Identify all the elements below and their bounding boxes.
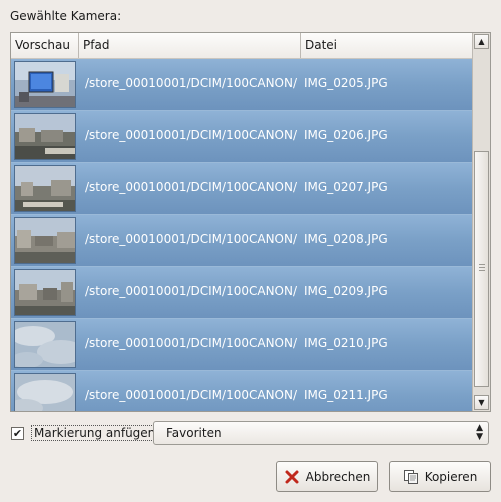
updown-arrows-icon: ▲ ▼ bbox=[476, 423, 483, 442]
thumbnail-image bbox=[14, 165, 76, 212]
row-file: IMG_0210.JPG bbox=[304, 336, 388, 350]
camera-label: Gewählte Kamera: bbox=[10, 9, 122, 23]
arrow-up-icon: ▲ bbox=[478, 37, 485, 46]
row-file: IMG_0207.JPG bbox=[304, 180, 388, 194]
scrollbar-thumb[interactable] bbox=[474, 151, 489, 387]
thumbnail-image bbox=[14, 373, 76, 411]
grip-line bbox=[479, 264, 485, 265]
table-row[interactable]: /store_00010001/DCIM/100CANON/ IMG_0210.… bbox=[11, 319, 473, 371]
row-file: IMG_0205.JPG bbox=[304, 76, 388, 90]
table-row[interactable]: /store_00010001/DCIM/100CANON/ IMG_0207.… bbox=[11, 163, 473, 215]
row-path: /store_00010001/DCIM/100CANON/ bbox=[85, 76, 298, 90]
tag-select-value: Favoriten bbox=[166, 426, 222, 440]
row-path: /store_00010001/DCIM/100CANON/ bbox=[85, 388, 298, 402]
arrow-down-icon: ▼ bbox=[478, 398, 485, 407]
copy-icon bbox=[403, 469, 419, 485]
checkmark-icon: ✔ bbox=[12, 426, 23, 440]
row-path: /store_00010001/DCIM/100CANON/ bbox=[85, 284, 298, 298]
cancel-button[interactable]: Abbrechen bbox=[276, 461, 378, 492]
row-path: /store_00010001/DCIM/100CANON/ bbox=[85, 336, 298, 350]
thumbnail-image bbox=[14, 321, 76, 368]
table-row[interactable]: /store_00010001/DCIM/100CANON/ IMG_0208.… bbox=[11, 215, 473, 267]
thumbnail-image bbox=[14, 269, 76, 316]
tag-select[interactable]: Favoriten ▲ ▼ bbox=[153, 421, 489, 445]
grip-line bbox=[479, 270, 485, 271]
column-header-preview[interactable]: Vorschau bbox=[11, 33, 78, 58]
cancel-icon bbox=[284, 469, 300, 485]
row-path: /store_00010001/DCIM/100CANON/ bbox=[85, 128, 298, 142]
table-row[interactable]: /store_00010001/DCIM/100CANON/ IMG_0211.… bbox=[11, 371, 473, 411]
column-header-file[interactable]: Datei bbox=[300, 33, 473, 58]
row-file: IMG_0209.JPG bbox=[304, 284, 388, 298]
list-rows: /store_00010001/DCIM/100CANON/ IMG_0205.… bbox=[11, 59, 473, 411]
copy-button[interactable]: Kopieren bbox=[389, 461, 491, 492]
list-header: Vorschau Pfad Datei bbox=[11, 33, 473, 59]
cancel-button-label: Abbrechen bbox=[305, 469, 371, 484]
append-tag-option[interactable]: ✔ Markierung anfügen: bbox=[11, 422, 163, 444]
row-path: /store_00010001/DCIM/100CANON/ bbox=[85, 232, 298, 246]
vertical-scrollbar[interactable]: ▲ ▼ bbox=[472, 33, 490, 411]
table-row[interactable]: /store_00010001/DCIM/100CANON/ IMG_0209.… bbox=[11, 267, 473, 319]
row-file: IMG_0206.JPG bbox=[304, 128, 388, 142]
row-path: /store_00010001/DCIM/100CANON/ bbox=[85, 180, 298, 194]
row-file: IMG_0208.JPG bbox=[304, 232, 388, 246]
scroll-down-button[interactable]: ▼ bbox=[474, 395, 489, 410]
append-tag-checkbox[interactable]: ✔ bbox=[11, 426, 24, 440]
table-row[interactable]: /store_00010001/DCIM/100CANON/ IMG_0206.… bbox=[11, 111, 473, 163]
scroll-up-button[interactable]: ▲ bbox=[474, 34, 489, 49]
grip-line bbox=[479, 267, 485, 268]
row-file: IMG_0211.JPG bbox=[304, 388, 388, 402]
thumbnail-image bbox=[14, 61, 76, 108]
thumbnail-image bbox=[14, 217, 76, 264]
table-row[interactable]: /store_00010001/DCIM/100CANON/ IMG_0205.… bbox=[11, 59, 473, 111]
photo-list[interactable]: Vorschau Pfad Datei /store_00010001/DCIM… bbox=[10, 32, 491, 412]
column-header-path[interactable]: Pfad bbox=[78, 33, 300, 58]
append-tag-label[interactable]: Markierung anfügen: bbox=[31, 425, 163, 441]
thumbnail-image bbox=[14, 113, 76, 160]
copy-button-label: Kopieren bbox=[424, 469, 478, 484]
